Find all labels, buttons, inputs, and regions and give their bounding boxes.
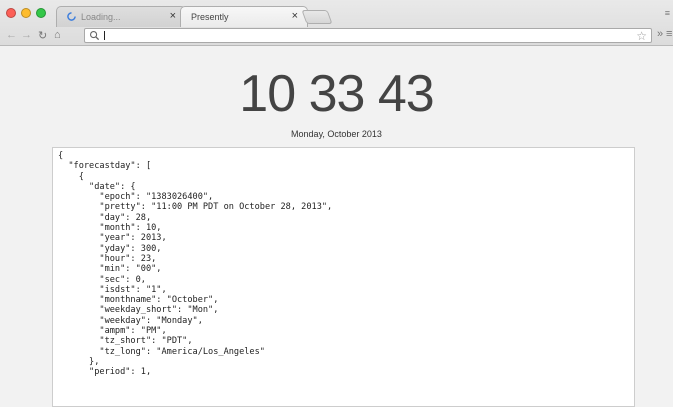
tab-title: Presently [191,12,229,22]
menu-icon[interactable]: ≡ [666,28,672,40]
json-line: "year": 2013, [58,233,167,244]
json-line: }, [58,356,100,367]
json-text: { "forecastday": [ { "date": { "epoch": … [53,148,634,378]
address-input[interactable] [105,29,625,42]
new-tab-button[interactable] [301,10,333,24]
minimize-window-button[interactable] [21,8,31,18]
clock-display: 10 33 43 [239,65,434,123]
json-line: "epoch": "1383026400", [58,192,214,203]
json-line: "month": 10, [58,223,162,234]
extensions-overflow-icon[interactable]: » [657,28,663,40]
back-icon[interactable]: ← [6,29,17,41]
person-icon[interactable]: ≡ [665,8,670,18]
json-line: "tz_long": "America/Los_Angeles" [58,346,265,357]
home-icon[interactable]: ⌂ [54,29,61,41]
json-line: "sec": 0, [58,274,146,285]
window-controls [6,8,46,18]
tab-loading[interactable]: Loading... × [56,6,186,27]
json-line: { [58,171,84,182]
json-line: "ampm": "PM", [58,326,167,337]
json-line: "forecastday": [ [58,161,152,172]
json-line: "day": 28, [58,212,152,223]
tab-title: Loading... [81,12,121,22]
address-bar[interactable]: ☆ [84,28,652,43]
json-line: "isdst": "1", [58,284,167,295]
json-line: { [58,151,64,161]
browser-chrome: Loading... × Presently × ≡ ← → ↻ ⌂ ☆ » ≡ [0,0,673,46]
json-line: "period": 1, [58,367,152,378]
reload-icon[interactable]: ↻ [38,29,47,42]
json-line: "tz_short": "PDT", [58,336,193,347]
tab-close-icon[interactable]: × [170,10,176,22]
json-line: "weekday": "Monday", [58,315,203,326]
json-line: "date": { [58,181,136,192]
json-line: "min": "00", [58,264,162,275]
loading-spinner-icon [67,12,76,21]
json-line: "yday": 300, [58,243,162,254]
close-window-button[interactable] [6,8,16,18]
json-panel[interactable]: { "forecastday": [ { "date": { "epoch": … [52,147,635,407]
tab-presently[interactable]: Presently × [180,6,308,27]
json-line: "weekday_short": "Mon", [58,305,219,316]
maximize-window-button[interactable] [36,8,46,18]
json-line: "monthname": "October", [58,295,219,306]
date-display: Monday, October 2013 [291,129,382,139]
toolbar: ← → ↻ ⌂ ☆ » ≡ [0,27,673,45]
json-line: "hour": 23, [58,253,157,264]
tab-close-icon[interactable]: × [292,10,298,22]
search-icon [90,31,100,41]
json-line: "pretty": "11:00 PM PDT on October 28, 2… [58,202,333,213]
bookmark-star-icon[interactable]: ☆ [636,29,647,43]
forward-icon[interactable]: → [21,29,32,41]
